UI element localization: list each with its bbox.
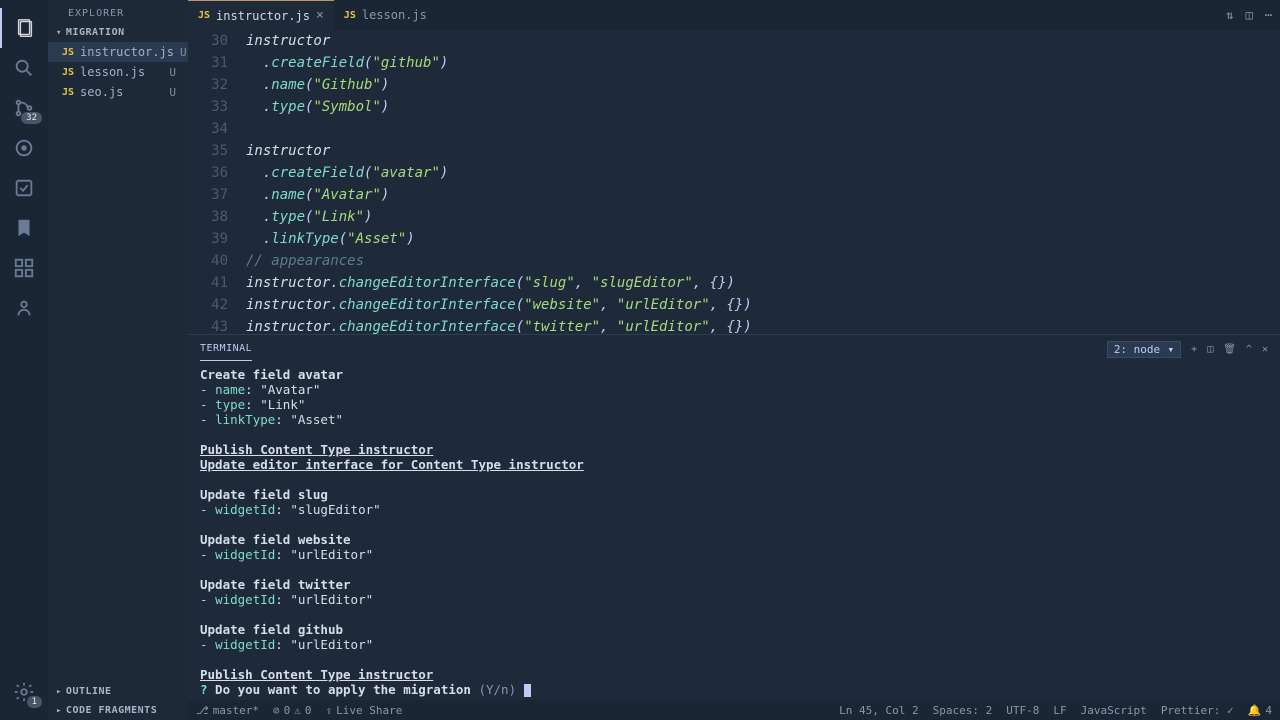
terminal-line: ? Do you want to apply the migration (Y/… [200,682,1268,697]
code-area[interactable]: instructor .createField("github") .name(… [246,30,1280,334]
scm-badge: 32 [21,112,42,124]
terminal-line: Publish Content Type instructor [200,667,1268,682]
kill-terminal-icon[interactable]: 🗑 [1223,344,1236,355]
editor[interactable]: 3031323334353637383940414243 instructor … [188,30,1280,334]
terminal-line: - linkType: "Asset" [200,412,1268,427]
terminal-line: - widgetId: "slugEditor" [200,502,1268,517]
chevron-right-icon: ▸ [56,687,62,697]
file-item[interactable]: JSinstructor.jsU [48,42,188,62]
status-liveshare[interactable]: ⇪ Live Share [326,704,403,717]
terminal-line: Update field github [200,622,1268,637]
code-line: // appearances [246,250,1280,272]
bookmark-icon[interactable] [0,208,48,248]
terminal-line [200,427,1268,442]
terminal-line [200,517,1268,532]
terminal-panel: TERMINAL 2: node + ◫ 🗑 ^ ✕ Create field … [188,334,1280,700]
terminal-body[interactable]: Create field avatar - name: "Avatar" - t… [188,363,1280,700]
terminal-line: - type: "Link" [200,397,1268,412]
maximize-icon[interactable]: ^ [1246,344,1252,355]
close-panel-icon[interactable]: ✕ [1262,344,1268,355]
js-file-icon: JS [62,47,74,58]
terminal-line: Update editor interface for Content Type… [200,457,1268,472]
terminal-line: Update field website [200,532,1268,547]
file-item[interactable]: JSseo.jsU [48,82,188,102]
terminal-line: Update field twitter [200,577,1268,592]
code-line: .type("Symbol") [246,96,1280,118]
code-line: instructor [246,30,1280,52]
tab-actions: ⇅ ◫ ⋯ [1226,8,1280,22]
code-line: instructor [246,140,1280,162]
section-migration[interactable]: ▾ MIGRATION [48,23,188,42]
more-icon[interactable]: ⋯ [1265,8,1272,22]
js-file-icon: JS [62,67,74,78]
js-file-icon: JS [198,10,210,21]
terminal-line: - widgetId: "urlEditor" [200,547,1268,562]
section-code-fragments[interactable]: ▸ CODE FRAGMENTS [48,701,188,720]
todo-icon[interactable] [0,168,48,208]
tab[interactable]: JSinstructor.js× [188,0,334,30]
sidebar: EXPLORER ▾ MIGRATION JSinstructor.jsUJSl… [48,0,188,720]
code-line: instructor.changeEditorInterface("twitte… [246,316,1280,334]
explorer-icon[interactable] [0,8,48,48]
code-line: instructor.changeEditorInterface("slug",… [246,272,1280,294]
split-terminal-icon[interactable]: ◫ [1207,344,1213,355]
status-problems[interactable]: ⊘ 0 ⚠ 0 [273,704,312,717]
new-terminal-icon[interactable]: + [1191,344,1197,355]
file-list: JSinstructor.jsUJSlesson.jsUJSseo.jsU [48,42,188,102]
terminal-line: - name: "Avatar" [200,382,1268,397]
compare-icon[interactable]: ⇅ [1226,8,1233,22]
code-line: .linkType("Asset") [246,228,1280,250]
code-line: .createField("github") [246,52,1280,74]
terminal-line: - widgetId: "urlEditor" [200,592,1268,607]
terminal-selector[interactable]: 2: node [1107,341,1181,358]
status-position[interactable]: Ln 45, Col 2 [839,704,918,717]
code-line: .type("Link") [246,206,1280,228]
status-bell[interactable]: 🔔 4 [1248,704,1272,717]
status-spaces[interactable]: Spaces: 2 [933,704,993,717]
status-lang[interactable]: JavaScript [1081,704,1147,717]
terminal-line [200,607,1268,622]
terminal-line [200,652,1268,667]
terminal-line: Create field avatar [200,367,1268,382]
status-bar: ⎇ master* ⊘ 0 ⚠ 0 ⇪ Live Share Ln 45, Co… [188,700,1280,720]
gutter: 3031323334353637383940414243 [188,30,246,334]
tab-bar: JSinstructor.js×JSlesson.js ⇅ ◫ ⋯ [188,0,1280,30]
status-branch[interactable]: ⎇ master* [196,704,259,717]
search-icon[interactable] [0,48,48,88]
code-line: instructor.changeEditorInterface("websit… [246,294,1280,316]
code-line: .name("Github") [246,74,1280,96]
panel-header: TERMINAL 2: node + ◫ 🗑 ^ ✕ [188,335,1280,363]
code-line [246,118,1280,140]
chevron-down-icon: ▾ [56,28,62,38]
section-outline[interactable]: ▸ OUTLINE [48,682,188,701]
status-eol[interactable]: LF [1053,704,1066,717]
terminal-line: - widgetId: "urlEditor" [200,637,1268,652]
terminal-line [200,472,1268,487]
terminal-tab[interactable]: TERMINAL [200,337,252,361]
js-file-icon: JS [62,87,74,98]
terminal-line: Publish Content Type instructor [200,442,1268,457]
extensions-icon[interactable] [0,248,48,288]
settings-icon[interactable]: 1 [0,672,48,712]
settings-badge: 1 [27,696,42,708]
source-control-icon[interactable]: 32 [0,88,48,128]
sidebar-title: EXPLORER [48,0,188,23]
split-icon[interactable]: ◫ [1246,8,1253,22]
main: JSinstructor.js×JSlesson.js ⇅ ◫ ⋯ 303132… [188,0,1280,720]
chevron-right-icon: ▸ [56,706,62,716]
code-line: .name("Avatar") [246,184,1280,206]
status-prettier[interactable]: Prettier: ✓ [1161,704,1234,717]
status-encoding[interactable]: UTF-8 [1006,704,1039,717]
tab[interactable]: JSlesson.js [334,0,437,30]
terminal-line: Update field slug [200,487,1268,502]
js-file-icon: JS [344,10,356,21]
close-tab-icon[interactable]: × [316,8,324,23]
file-item[interactable]: JSlesson.jsU [48,62,188,82]
liveshare-icon[interactable] [0,288,48,328]
code-line: .createField("avatar") [246,162,1280,184]
terminal-line [200,562,1268,577]
debug-icon[interactable] [0,128,48,168]
activity-bar: 32 1 [0,0,48,720]
